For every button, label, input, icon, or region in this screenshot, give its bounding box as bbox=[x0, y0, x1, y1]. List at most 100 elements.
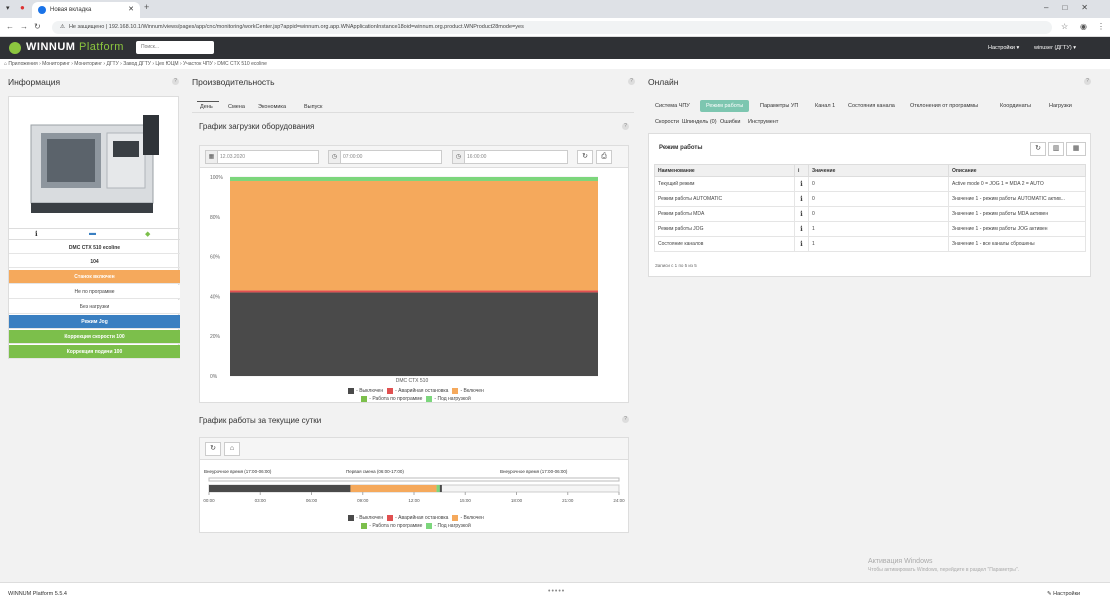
legend-swatch bbox=[387, 514, 394, 521]
breadcrumb-text[interactable]: Приложения › Мониторинг › Мониторинг › Д… bbox=[8, 61, 267, 67]
app-logo[interactable]: WINNUM Platform bbox=[26, 41, 124, 53]
legend-item[interactable]: - Аварийная остановка bbox=[383, 514, 448, 521]
tab-shift[interactable]: Смена bbox=[228, 104, 245, 110]
legend-item[interactable]: - Включен bbox=[448, 387, 484, 394]
online-tab[interactable]: Инструмент bbox=[748, 119, 778, 125]
load-chart-help-icon[interactable]: ? bbox=[622, 123, 629, 130]
daily-refresh-button[interactable]: ↻ bbox=[205, 442, 221, 456]
footer-settings[interactable]: ✎ Настройки bbox=[1047, 591, 1080, 597]
legend-item[interactable]: - Выключен bbox=[344, 387, 383, 394]
footer-version: WINNUM Platform 5.5.4 bbox=[8, 591, 67, 597]
forward-icon[interactable]: → bbox=[20, 22, 28, 31]
active-tab-underline bbox=[197, 101, 219, 102]
browser-tab[interactable]: Новая вкладка ✕ bbox=[32, 2, 140, 18]
timeline-tick-label: 15:00 bbox=[460, 498, 472, 503]
refresh-button[interactable]: ↻ bbox=[577, 150, 593, 164]
time-from-input[interactable]: ◷ 07:00:00 bbox=[328, 150, 442, 164]
row-info-icon[interactable]: ℹ bbox=[794, 221, 809, 237]
address-bar[interactable]: ⚠ Не защищено | 192.168.10.1/Winnum/views… bbox=[52, 21, 1052, 34]
timeline-label: Внеурочное время (17:00-06:00) bbox=[204, 469, 272, 474]
app-header: WINNUM Platform Настройки ▾ winuser (ДГТ… bbox=[0, 37, 1110, 59]
clock-icon: ◷ bbox=[453, 151, 465, 163]
new-tab-icon[interactable]: + bbox=[144, 2, 149, 12]
online-tab[interactable]: Система ЧПУ bbox=[655, 103, 690, 109]
row-info-icon[interactable]: ℹ bbox=[794, 206, 809, 222]
back-icon[interactable]: ← bbox=[6, 22, 14, 31]
cell-value: 0 bbox=[808, 191, 949, 207]
row-info-icon[interactable]: ℹ bbox=[794, 191, 809, 207]
timeline-tick-label: 24:00 bbox=[613, 498, 625, 503]
time-to-value: 16:00:00 bbox=[467, 154, 487, 160]
mode-view-button[interactable]: ▦ bbox=[1066, 142, 1086, 156]
row-info-icon[interactable]: ℹ bbox=[794, 236, 809, 252]
table-row[interactable]: Режим работы MDA ℹ 0 Значение 1 - режим раб… bbox=[654, 206, 1086, 222]
col-value[interactable]: Значение bbox=[808, 164, 949, 177]
online-tab[interactable]: Скорости bbox=[655, 119, 679, 125]
address-url: 192.168.10.1/Winnum/views/pages/app/cnc/… bbox=[108, 24, 524, 30]
app-search-input[interactable] bbox=[136, 41, 214, 54]
cell-desc: Значение 1 - режим работы AUTOMATIC акти… bbox=[948, 191, 1086, 207]
date-input[interactable]: ▦ 12.03.2020 bbox=[205, 150, 319, 164]
online-tab[interactable]: Режим работы bbox=[700, 100, 750, 112]
timeline-tick-label: 00:00 bbox=[203, 498, 215, 503]
legend-item[interactable]: - Под нагрузкой bbox=[422, 522, 471, 529]
online-tab[interactable]: Параметры УП bbox=[760, 103, 798, 109]
legend-item[interactable]: - Под нагрузкой bbox=[422, 395, 471, 402]
legend-item[interactable]: - Работа по программе bbox=[357, 395, 422, 402]
online-help-icon[interactable]: ? bbox=[1084, 78, 1091, 85]
tab-menu-icon[interactable]: ▾ bbox=[6, 4, 10, 12]
time-from-value: 07:00:00 bbox=[343, 154, 363, 160]
user-menu[interactable]: winuser (ДГТУ) ▾ bbox=[1034, 45, 1076, 51]
tab-close-icon[interactable]: ✕ bbox=[128, 2, 134, 18]
online-tab[interactable]: Координаты bbox=[1000, 103, 1031, 109]
mode-columns-button[interactable]: ▥ bbox=[1048, 142, 1064, 156]
settings-menu[interactable]: Настройки ▾ bbox=[988, 45, 1019, 51]
online-tab[interactable]: Канал 1 bbox=[815, 103, 835, 109]
table-row[interactable]: Текущий режим ℹ 0 Active mode 0 = JOG 1 = M… bbox=[654, 176, 1086, 192]
row-info-icon[interactable]: ℹ bbox=[794, 176, 809, 192]
legend-item[interactable]: - Включен bbox=[448, 514, 484, 521]
legend-swatch bbox=[426, 395, 433, 402]
home-icon[interactable]: ⌂ bbox=[4, 61, 7, 67]
table-row[interactable]: Режим работы AUTOMATIC ℹ 0 Значение 1 - реж… bbox=[654, 191, 1086, 207]
legend-item[interactable]: - Выключен bbox=[344, 514, 383, 521]
leaf-icon[interactable]: ◆ bbox=[145, 230, 150, 238]
legend-item[interactable]: - Аварийная остановка bbox=[383, 387, 448, 394]
productivity-help-icon[interactable]: ? bbox=[628, 78, 635, 85]
window-controls[interactable]: –□✕ bbox=[1044, 3, 1102, 12]
col-info[interactable]: i bbox=[794, 164, 809, 177]
info-help-icon[interactable]: ? bbox=[172, 78, 179, 85]
daily-home-button[interactable]: ⌂ bbox=[224, 442, 240, 456]
legend-item[interactable]: - Работа по программе bbox=[357, 522, 422, 529]
col-name[interactable]: Наименование bbox=[654, 164, 795, 177]
bookmark-star-icon[interactable]: ☆ bbox=[1061, 22, 1068, 31]
col-desc[interactable]: Описание bbox=[948, 164, 1086, 177]
legend-swatch bbox=[348, 514, 355, 521]
footer-dots-icon[interactable]: ••••• bbox=[548, 588, 565, 595]
online-tab[interactable]: Шпиндель (0) bbox=[682, 119, 717, 125]
online-tab[interactable]: Состояния канала bbox=[848, 103, 895, 109]
reload-icon[interactable]: ↻ bbox=[34, 22, 41, 31]
print-button[interactable]: ⎙ bbox=[596, 150, 612, 164]
mode-refresh-button[interactable]: ↻ bbox=[1030, 142, 1046, 156]
online-tab[interactable]: Отклонения от программы bbox=[910, 103, 978, 109]
info-icon[interactable]: ℹ bbox=[35, 230, 38, 238]
productivity-title: Производительность bbox=[192, 77, 275, 87]
tab-economy[interactable]: Экономика bbox=[258, 104, 286, 110]
daily-chart-help-icon[interactable]: ? bbox=[622, 416, 629, 423]
cell-name: Состояние каналов bbox=[654, 236, 795, 252]
tab-output[interactable]: Выпуск bbox=[304, 104, 322, 110]
legend-swatch bbox=[348, 387, 355, 394]
cell-name: Текущий режим bbox=[654, 176, 795, 192]
table-row[interactable]: Состояние каналов ℹ 1 Значение 1 - все кана… bbox=[654, 236, 1086, 252]
online-tab[interactable]: Нагрузки bbox=[1049, 103, 1072, 109]
online-tab[interactable]: Ошибки bbox=[720, 119, 740, 125]
status-item: Коррекция подачи 100 bbox=[9, 345, 180, 359]
table-row[interactable]: Режим работы JOG ℹ 1 Значение 1 - режим раб… bbox=[654, 221, 1086, 237]
tab-title: Новая вкладка bbox=[50, 7, 92, 13]
browser-menu-icon[interactable]: ⋮ bbox=[1097, 22, 1105, 31]
profile-icon[interactable]: ◉ bbox=[1080, 22, 1087, 31]
chart-icon[interactable]: ▬ bbox=[89, 230, 96, 237]
tab-day[interactable]: День bbox=[200, 104, 213, 110]
time-to-input[interactable]: ◷ 16:00:00 bbox=[452, 150, 568, 164]
